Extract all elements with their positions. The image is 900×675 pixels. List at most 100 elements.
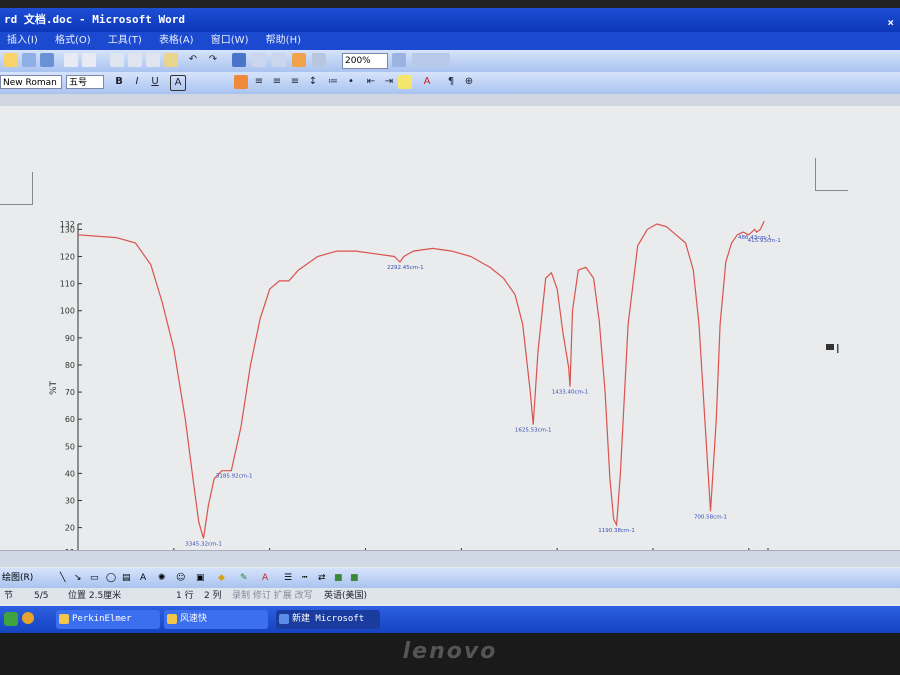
y-tick-label: 70 [65, 388, 75, 397]
styles-icon[interactable]: ¶ [444, 75, 458, 89]
paste-icon[interactable] [146, 53, 160, 67]
hyperlink-icon[interactable] [232, 53, 246, 67]
italic-button[interactable]: I [130, 75, 144, 89]
picture-icon[interactable]: ▣ [196, 568, 205, 588]
y-tick-label: 40 [65, 469, 75, 478]
peak-label: 415.93cm-1 [748, 238, 781, 244]
arrow-style-icon[interactable]: ⇄ [318, 568, 326, 588]
menu-bar: 插入(I) 格式(O) 工具(T) 表格(A) 窗口(W) 帮助(H) [0, 32, 900, 50]
shadow-icon[interactable]: ■ [334, 568, 343, 588]
format-painter-icon[interactable] [164, 53, 178, 67]
taskbar-item-word[interactable]: 新建 Microsoft W... [276, 610, 380, 629]
y-tick-label: 90 [65, 334, 75, 343]
align-right-icon[interactable]: ≡ [270, 75, 284, 89]
insert-table-icon[interactable] [272, 53, 286, 67]
zoom-select[interactable]: 200% [342, 53, 388, 69]
dash-style-icon[interactable]: ┅ [302, 568, 307, 588]
read-mode-button[interactable] [412, 53, 450, 67]
status-column: 2 列 [204, 591, 222, 601]
start-button-icon[interactable] [4, 612, 18, 626]
draw-menu[interactable]: 绘图(R) [2, 568, 33, 588]
redo-icon[interactable]: ↷ [206, 53, 220, 67]
y-tick-label: 30 [65, 496, 75, 505]
fill-color-icon[interactable]: ◆ [218, 568, 225, 588]
print-preview-icon[interactable] [82, 53, 96, 67]
font-color-icon[interactable]: A [420, 75, 434, 89]
help-icon[interactable] [392, 53, 406, 67]
standard-toolbar: ↶ ↷ 200% [0, 50, 900, 73]
align-left-icon[interactable] [234, 75, 248, 89]
document-map-icon[interactable] [312, 53, 326, 67]
drawing-icon[interactable] [292, 53, 306, 67]
menu-window[interactable]: 窗口(W) [204, 32, 256, 50]
new-document-icon[interactable] [4, 53, 18, 67]
bullets-icon[interactable]: • [344, 75, 358, 89]
line-style-icon[interactable]: ☰ [284, 568, 292, 588]
status-position: 位置 2.5厘米 [68, 591, 122, 601]
document-page: 1120304050607080901001101201301324000350… [0, 106, 900, 568]
tables-icon[interactable] [252, 53, 266, 67]
diagram-icon[interactable]: ✺ [158, 568, 166, 588]
status-modes[interactable]: 录制 修订 扩展 改写 [232, 588, 313, 604]
windows-taskbar: PerkinElmer Spec... 风速快 新建 Microsoft W..… [0, 606, 900, 633]
status-section: 节 [4, 591, 14, 601]
status-pages: 5/5 [34, 591, 49, 601]
taskbar-item-folder[interactable]: 风速快 [164, 610, 268, 629]
y-tick-label: 80 [65, 361, 75, 370]
task-label: 风速快 [180, 614, 208, 624]
line-tool-icon[interactable]: ╲ [60, 568, 65, 588]
font-color-draw-icon[interactable]: A [262, 568, 268, 588]
line-color-icon[interactable]: ✎ [240, 568, 248, 588]
undo-icon[interactable]: ↶ [186, 53, 200, 67]
open-icon[interactable] [22, 53, 36, 67]
peak-label: 2292.45cm-1 [387, 265, 424, 271]
font-size-select[interactable]: 五号 [66, 75, 104, 89]
task-label: 新建 Microsoft W... [292, 614, 365, 624]
peak-label: 1625.53cm-1 [515, 428, 552, 434]
peak-label: 700.58cm-1 [694, 514, 727, 520]
horizontal-scrollbar[interactable] [0, 550, 900, 567]
decrease-indent-icon[interactable]: ⇤ [364, 75, 378, 89]
oval-tool-icon[interactable]: ◯ [106, 568, 116, 588]
quick-launch-icon[interactable] [22, 612, 34, 624]
menu-table[interactable]: 表格(A) [152, 32, 201, 50]
options-icon[interactable]: ⊕ [462, 75, 476, 89]
menu-tools[interactable]: 工具(T) [101, 32, 149, 50]
cut-icon[interactable] [110, 53, 124, 67]
textbox-tool-icon[interactable]: ▤ [122, 568, 131, 588]
menu-help[interactable]: 帮助(H) [259, 32, 308, 50]
line-spacing-icon[interactable]: ↕ [306, 75, 320, 89]
peak-label: 1190.38cm-1 [598, 528, 635, 534]
align-center-icon[interactable]: ≡ [252, 75, 266, 89]
y-tick-label: 20 [65, 524, 75, 533]
menu-format[interactable]: 格式(O) [48, 32, 98, 50]
ir-spectrum-chart[interactable]: 1120304050607080901001101201301324000350… [0, 106, 900, 568]
justify-icon[interactable]: ≡ [288, 75, 302, 89]
clipart-icon[interactable]: ☺ [176, 568, 185, 588]
numbering-icon[interactable]: ≔ [326, 75, 340, 89]
underline-button[interactable]: U [148, 75, 162, 89]
bold-button[interactable]: B [112, 75, 126, 89]
copy-icon[interactable] [128, 53, 142, 67]
wordart-icon[interactable]: A [140, 568, 146, 588]
folder-icon [167, 614, 177, 624]
font-name-select[interactable]: New Roman [0, 75, 62, 89]
y-tick-label: 132 [60, 220, 75, 229]
monitor-brand-logo: lenovo [402, 639, 498, 664]
rectangle-tool-icon[interactable]: ▭ [90, 568, 99, 588]
character-border-button[interactable]: A [170, 75, 186, 91]
increase-indent-icon[interactable]: ⇥ [382, 75, 396, 89]
print-icon[interactable] [64, 53, 78, 67]
chart-marks: 3345.32cm-1 3185.92cm-1 2292.45cm-1 1625.53… [77, 221, 781, 547]
y-axis-label: %T [49, 380, 59, 395]
menu-insert[interactable]: 插入(I) [0, 32, 45, 50]
monitor-bezel-bottom: lenovo [0, 633, 900, 675]
status-bar: 节 5/5 位置 2.5厘米 1 行 2 列 录制 修订 扩展 改写 英语(美国… [0, 588, 900, 604]
window-title: rd 文档.doc - Microsoft Word [4, 13, 185, 26]
formatting-toolbar: New Roman 五号 B I U A ≡ ≡ ≡ ↕ ≔ • ⇤ ⇥ A ¶… [0, 72, 900, 95]
arrow-tool-icon[interactable]: ↘ [74, 568, 82, 588]
taskbar-item-perkinelmer[interactable]: PerkinElmer Spec... [56, 610, 160, 629]
highlight-icon[interactable] [398, 75, 412, 89]
3d-icon[interactable]: ■ [350, 568, 359, 588]
save-icon[interactable] [40, 53, 54, 67]
